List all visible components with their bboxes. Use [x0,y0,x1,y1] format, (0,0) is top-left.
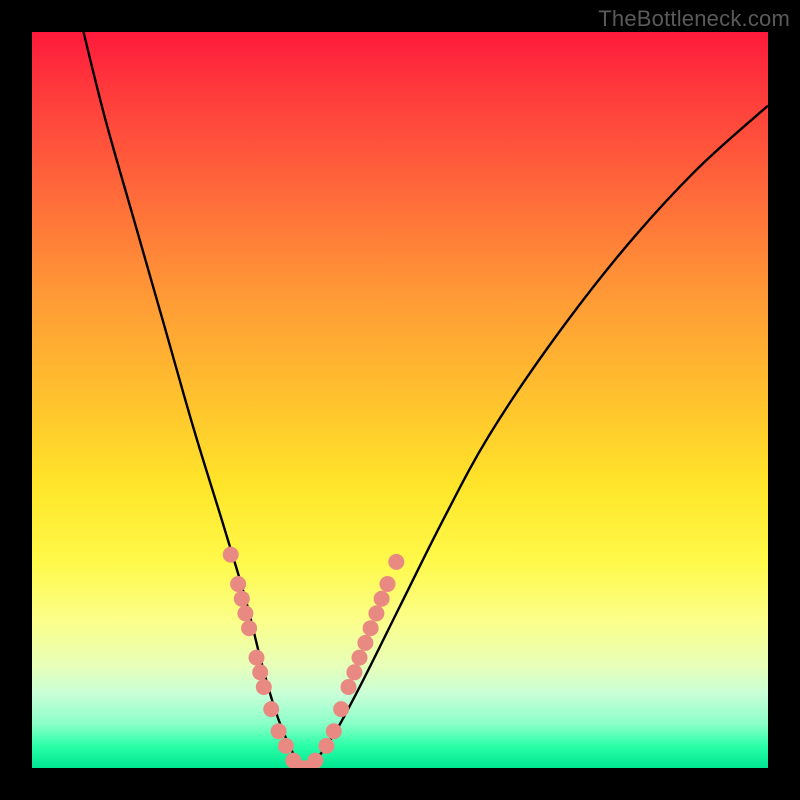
marker-dot [249,650,265,666]
marker-dot [230,576,246,592]
chart-svg [32,32,768,768]
marker-dot [278,738,294,754]
marker-dot [237,605,253,621]
marker-dot [256,679,272,695]
marker-dot [307,753,323,768]
marker-dot [326,723,342,739]
marker-dot [252,664,268,680]
watermark-text: TheBottleneck.com [598,6,790,32]
plot-area [32,32,768,768]
marker-dot [223,547,239,563]
bottleneck-curve [84,32,769,768]
marker-dot [388,554,404,570]
marker-dot [234,591,250,607]
marker-dot [380,576,396,592]
marker-dot [318,738,334,754]
marker-dot [271,723,287,739]
marker-dot [346,664,362,680]
marker-dot [363,620,379,636]
chart-frame: TheBottleneck.com [0,0,800,800]
highlighted-points [223,547,405,768]
marker-dot [352,650,368,666]
marker-dot [263,701,279,717]
marker-dot [241,620,257,636]
marker-dot [333,701,349,717]
marker-dot [374,591,390,607]
marker-dot [368,605,384,621]
marker-dot [341,679,357,695]
marker-dot [357,635,373,651]
